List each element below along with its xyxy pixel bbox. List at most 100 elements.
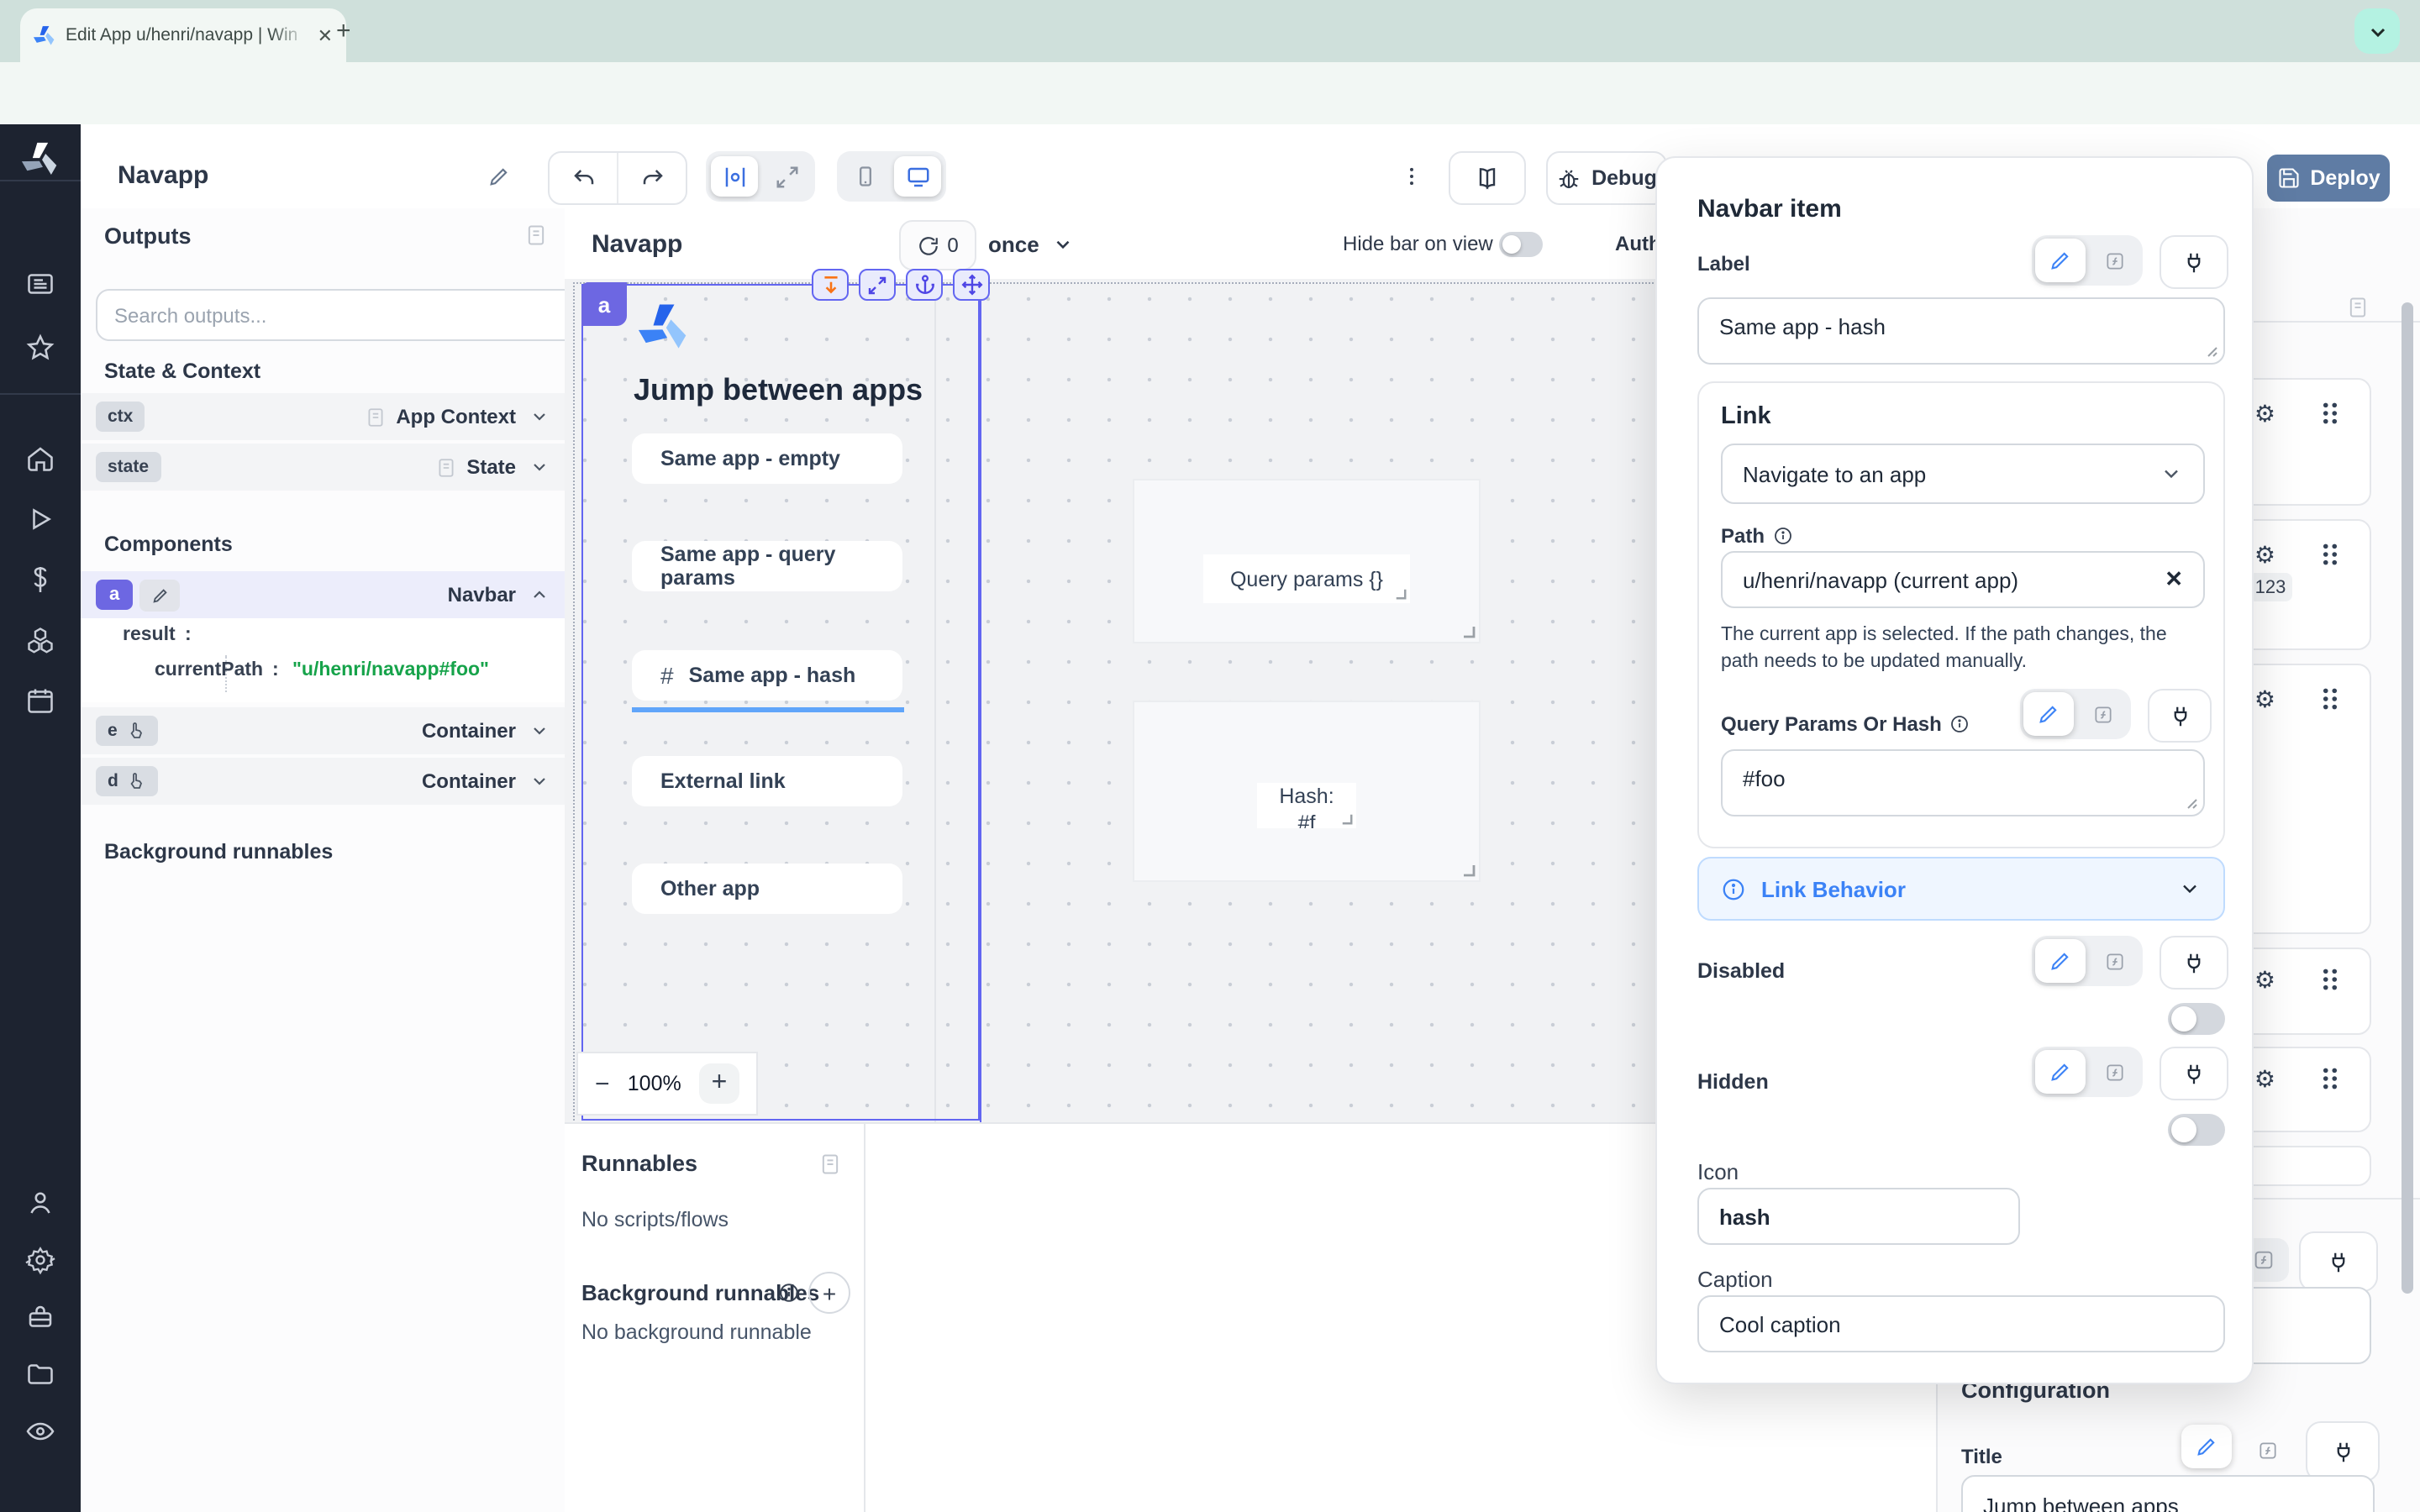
run-mode-select[interactable]: once [988,220,1075,267]
sidebar-workers-icon[interactable] [25,1302,55,1332]
sidebar-resources-icon[interactable] [25,625,55,655]
caption-input[interactable]: Cool caption [1697,1295,2225,1352]
hash-text-box[interactable]: Hash: #f [1257,783,1356,828]
gear-icon[interactable]: ⚙ [2254,1067,2275,1090]
new-tab-button[interactable]: + [336,18,351,44]
pencil-icon[interactable] [139,579,180,611]
icon-input[interactable]: hash [1697,1188,2020,1245]
link-behavior-collapsible[interactable]: Link Behavior [1697,857,2225,921]
header-menu-icon[interactable] [1400,165,1423,188]
plug-icon-button[interactable] [2148,689,2212,743]
desktop-preview-button[interactable] [894,156,941,197]
nav-item-external-link[interactable]: External link [632,756,902,806]
nav-item-same-app-hash[interactable]: # Same app - hash [632,650,902,701]
drag-handle-icon[interactable] [2321,1067,2339,1090]
textarea-resize-icon[interactable] [2205,344,2218,358]
label-input[interactable]: Same app - hash [1697,297,2225,365]
query-params-input[interactable]: #foo [1721,749,2205,816]
drag-handle-icon[interactable] [2321,968,2339,991]
hidden-toggle[interactable] [2168,1114,2225,1146]
sidebar-variables-icon[interactable] [25,564,55,595]
doc-icon[interactable] [364,406,386,428]
sidebar-home-icon[interactable] [25,444,55,474]
runnables-doc-icon[interactable] [818,1152,842,1176]
title-field-input[interactable]: Jump between apps [1961,1475,2375,1512]
docs-book-button[interactable] [1449,151,1526,205]
sidebar-audit-logs-icon[interactable] [25,1416,55,1446]
resize-handle-icon[interactable] [1462,864,1476,877]
function-icon[interactable] [2089,239,2139,282]
pencil-icon[interactable] [2181,1425,2232,1468]
hide-bar-toggle[interactable] [1499,232,1543,257]
expand-icon[interactable] [859,269,896,301]
chevron-down-icon[interactable] [529,771,550,791]
plug-icon-button[interactable] [2160,1047,2228,1100]
zoom-out-icon[interactable]: − [595,1069,610,1098]
component-row-container-d[interactable]: d Container [81,758,565,805]
add-background-runnable-button[interactable]: + [808,1272,850,1314]
disabled-toggle[interactable] [2168,1003,2225,1035]
pencil-icon[interactable] [2035,1050,2086,1094]
component-row-container-e[interactable]: e Container [81,707,565,754]
windmill-logo-icon[interactable] [22,141,59,178]
chevron-down-icon[interactable] [529,721,550,741]
plug-icon-button[interactable] [2299,1231,2378,1292]
link-type-select[interactable]: Navigate to an app [1721,444,2205,504]
result-key[interactable]: result [123,625,176,645]
currentpath-key[interactable]: currentPath [155,660,263,680]
nav-item-other-app[interactable]: Other app [632,864,902,914]
resize-handle-icon[interactable] [1462,625,1476,638]
selected-component-outline[interactable] [581,284,980,1121]
plug-icon-button[interactable] [2160,235,2228,289]
chevron-down-icon[interactable] [529,407,550,427]
tab-search-button[interactable] [2354,8,2400,54]
function-icon[interactable] [2089,1050,2139,1094]
outputs-doc-icon[interactable] [524,223,548,247]
function-icon[interactable] [2077,692,2128,736]
plug-icon-button[interactable] [2160,936,2228,990]
gear-icon[interactable]: ⚙ [2254,543,2275,566]
undo-button[interactable] [550,153,617,203]
drag-handle-icon[interactable] [2321,402,2339,425]
sidebar-apps-icon[interactable] [25,269,55,299]
path-input[interactable]: u/henri/navapp (current app) ✕ [1721,551,2205,608]
nav-item-same-app-empty[interactable]: Same app - empty [632,433,902,484]
tab-close-icon[interactable]: ✕ [318,24,333,46]
textarea-resize-icon[interactable] [2185,796,2198,810]
rename-pencil-icon[interactable] [487,165,511,188]
chevron-up-icon[interactable] [529,585,550,605]
currentpath-value[interactable]: "u/henri/navapp#foo" [292,660,489,680]
function-icon[interactable] [2089,939,2139,983]
info-icon[interactable] [1773,526,1793,546]
drag-handle-icon[interactable] [2321,543,2339,566]
component-row-navbar[interactable]: a Navbar [81,571,565,618]
info-icon[interactable] [1950,714,1970,734]
pencil-icon[interactable] [2035,939,2086,983]
output-row-state[interactable]: state State [81,444,565,491]
fullwidth-layout-button[interactable] [763,156,810,197]
gear-icon[interactable]: ⚙ [2254,687,2275,711]
browser-tab[interactable]: Edit App u/henri/navapp | Win ✕ [20,8,346,62]
gear-icon[interactable]: ⚙ [2254,402,2275,425]
refresh-count-button[interactable]: 0 [899,220,976,270]
sidebar-folders-icon[interactable] [25,1359,55,1389]
pencil-icon[interactable] [2023,692,2074,736]
nav-item-query-params[interactable]: Same app - query params [632,541,902,591]
settings-doc-icon[interactable] [2346,296,2370,319]
info-icon[interactable] [778,1282,800,1304]
function-icon[interactable] [2242,1428,2292,1472]
mobile-preview-button[interactable] [842,156,889,197]
zoom-in-icon[interactable]: + [699,1063,739,1104]
sidebar-settings-icon[interactable] [25,1245,55,1275]
query-params-text-box[interactable]: Query params {} [1203,554,1410,603]
sidebar-runs-icon[interactable] [25,504,55,534]
drag-handle-icon[interactable] [2321,687,2339,711]
clear-path-icon[interactable]: ✕ [2165,566,2183,593]
pencil-icon[interactable] [2035,239,2086,282]
resize-handle-icon[interactable] [1341,813,1355,827]
anchor-icon[interactable] [906,269,943,301]
gear-icon[interactable]: ⚙ [2254,968,2275,991]
search-outputs-input[interactable] [96,289,580,341]
center-layout-button[interactable] [711,156,758,197]
doc-icon[interactable] [434,456,456,478]
